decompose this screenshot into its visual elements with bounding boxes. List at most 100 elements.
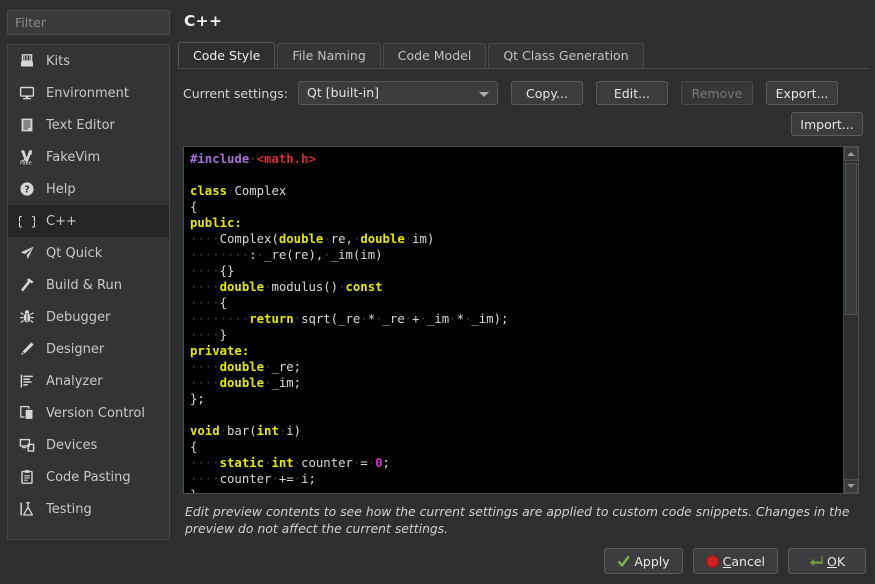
sidebar-item-qt-quick[interactable]: Qt Quick: [8, 237, 169, 269]
sidebar-list[interactable]: Kits EnvironmentText EditorFakeFakeVim?He…: [7, 44, 170, 540]
cancel-rest: ancel: [731, 554, 765, 569]
code-token: ·: [294, 472, 301, 486]
triangle-down-icon: [847, 484, 855, 488]
copy-button[interactable]: Copy...: [511, 81, 583, 105]
code-token: im): [412, 232, 434, 246]
code-token: ·: [271, 472, 278, 486]
code-token: _re(re),: [264, 248, 323, 262]
scroll-down-button[interactable]: [844, 479, 858, 493]
ok-button[interactable]: OK: [788, 548, 866, 574]
apply-button[interactable]: Apply: [604, 548, 682, 574]
clipboard-icon: [18, 469, 35, 486]
code-token: void: [190, 424, 220, 438]
current-settings-label: Current settings:: [183, 86, 288, 101]
edit-button[interactable]: Edit...: [596, 81, 668, 105]
code-line: void·bar(int·i): [190, 423, 838, 439]
sidebar-item-designer[interactable]: Designer: [8, 333, 169, 365]
code-token: <math.h>: [257, 152, 316, 166]
sidebar-item-label: Kits: [46, 55, 70, 68]
chart-lines-icon: [18, 373, 35, 390]
code-line: ····double·_im;: [190, 375, 838, 391]
code-token: class: [190, 184, 227, 198]
code-token: :: [249, 248, 256, 262]
svg-text:?: ?: [24, 185, 30, 196]
code-token: *: [368, 312, 375, 326]
code-token: ····: [190, 264, 220, 278]
tab-qt-class-generation[interactable]: Qt Class Generation: [488, 43, 643, 68]
code-token: ·: [420, 312, 427, 326]
code-token: modulus(): [271, 280, 338, 294]
code-token: return: [249, 312, 293, 326]
code-token: i;: [301, 472, 316, 486]
code-token: ·: [257, 248, 264, 262]
document-lines-icon: [18, 117, 35, 134]
code-token: =: [360, 456, 367, 470]
triangle-up-icon: [847, 152, 855, 156]
tab-file-naming[interactable]: File Naming: [277, 43, 380, 68]
code-line: ····counter·+=·i;: [190, 471, 838, 487]
code-token: {: [190, 440, 197, 454]
tab-panel-code-style: Current settings: Qt [built-in] Copy... …: [178, 68, 868, 537]
hammer-icon: [18, 277, 35, 294]
sidebar-item-c[interactable]: { }C++: [8, 205, 169, 237]
code-token: ·: [375, 312, 382, 326]
chevron-down-icon: [479, 92, 489, 97]
tab-code-style[interactable]: Code Style: [178, 42, 275, 68]
code-token: bar(: [227, 424, 257, 438]
tab-code-model[interactable]: Code Model: [383, 43, 487, 68]
code-token: {}: [220, 264, 235, 278]
code-preview-text[interactable]: #include·<math.h> class·Complex{public:·…: [190, 151, 838, 494]
code-token: ·: [294, 456, 301, 470]
ok-button-label: OK: [827, 554, 845, 569]
sidebar-item-environment[interactable]: Environment: [8, 77, 169, 109]
sidebar-item-analyzer[interactable]: Analyzer: [8, 365, 169, 397]
paper-plane-icon: [18, 245, 35, 262]
braces-icon: { }: [18, 213, 35, 230]
sidebar-item-devices[interactable]: Devices: [8, 429, 169, 461]
sidebar-item-code-pasting[interactable]: Code Pasting: [8, 461, 169, 493]
bug-icon: [18, 309, 35, 326]
sidebar-item-label: FakeVim: [46, 151, 100, 164]
export-button[interactable]: Export...: [766, 81, 838, 105]
code-token: ·: [449, 312, 456, 326]
sidebar-item-fakevim[interactable]: FakeFakeVim: [8, 141, 169, 173]
sidebar-item-label: Code Pasting: [46, 471, 131, 484]
settings-panel: C++ Code StyleFile NamingCode ModelQt Cl…: [178, 8, 868, 537]
green-check-icon: [617, 555, 630, 568]
code-token: ·: [360, 312, 367, 326]
code-token: 0: [375, 456, 382, 470]
code-preview-editor[interactable]: #include·<math.h> class·Complex{public:·…: [183, 146, 859, 494]
code-token: _im(im): [331, 248, 383, 262]
sidebar-item-kits[interactable]: Kits: [8, 45, 169, 77]
code-token: *: [457, 312, 464, 326]
question-mark-icon: ?: [18, 181, 35, 198]
scroll-up-button[interactable]: [844, 147, 858, 161]
sidebar-item-build-run[interactable]: Build & Run: [8, 269, 169, 301]
sidebar-item-version-control[interactable]: Version Control: [8, 397, 169, 429]
code-line: ····double·_re;: [190, 359, 838, 375]
code-token: i): [286, 424, 301, 438]
preview-vertical-scrollbar[interactable]: [843, 147, 858, 493]
sidebar-item-label: Build & Run: [46, 279, 122, 292]
flask-icon: [18, 501, 35, 518]
code-line: private:: [190, 343, 838, 359]
sidebar-item-help[interactable]: ?Help: [8, 173, 169, 205]
sidebar-item-text-editor[interactable]: Text Editor: [8, 109, 169, 141]
code-line: ····{: [190, 295, 838, 311]
code-token: double: [279, 232, 323, 246]
sidebar-item-testing[interactable]: Testing: [8, 493, 169, 525]
current-settings-dropdown[interactable]: Qt [built-in]: [298, 81, 498, 105]
import-button[interactable]: Import...: [791, 112, 863, 136]
cancel-button[interactable]: Cancel: [693, 548, 778, 574]
tab-bar[interactable]: Code StyleFile NamingCode ModelQt Class …: [178, 42, 868, 68]
code-token: _re: [383, 312, 405, 326]
filter-input[interactable]: [7, 10, 170, 35]
code-token: }: [190, 488, 197, 494]
code-token: ····: [190, 376, 220, 390]
code-line: ········return·sqrt(_re·*·_re·+·_im·*·_i…: [190, 311, 838, 327]
code-line: class·Complex: [190, 183, 838, 199]
scrollbar-thumb[interactable]: [845, 163, 857, 315]
sidebar-item-debugger[interactable]: Debugger: [8, 301, 169, 333]
code-token: ·: [323, 232, 330, 246]
code-token: ·: [323, 248, 330, 262]
